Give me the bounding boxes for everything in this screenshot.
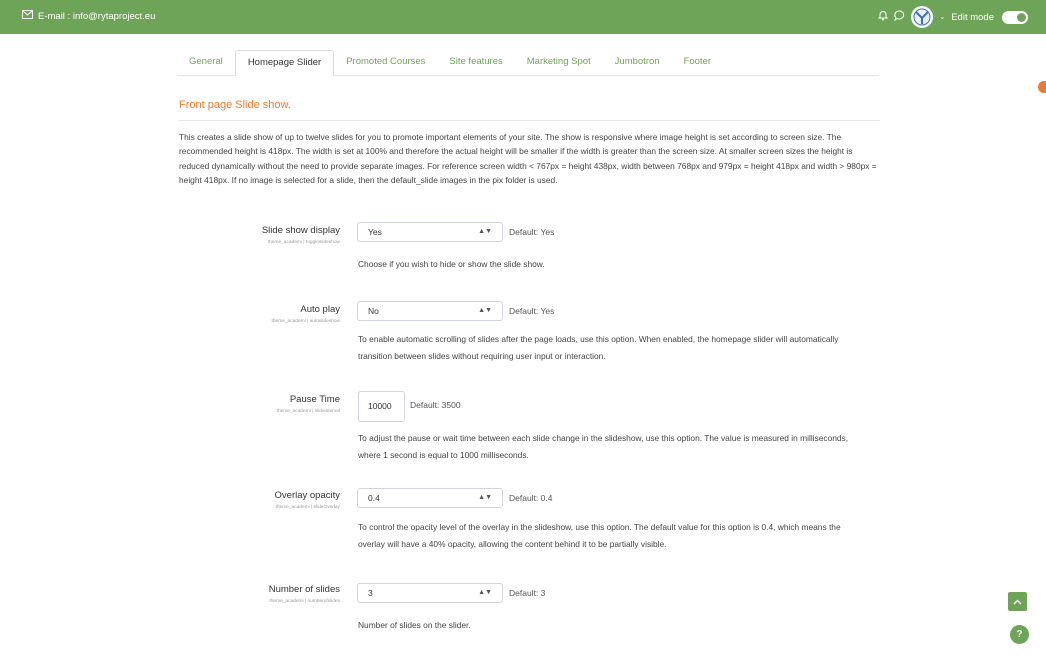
overlay-opacity-select[interactable]: 0.4 ▲▼ — [357, 488, 503, 508]
bell-icon[interactable] — [878, 10, 889, 24]
header-email[interactable]: E-mail : info@rytaproject.eu — [22, 10, 155, 22]
setting-id-pause-time: theme_academi | slideinterval — [276, 409, 340, 414]
setting-description: Number of slides on the slider. — [358, 620, 471, 630]
chat-bubble-icon[interactable] — [894, 10, 905, 24]
select-arrows-icon: ▲▼ — [478, 228, 492, 235]
section-intro: This creates a slide show of up to twelv… — [179, 132, 877, 186]
default-value: Default: 3500 — [410, 400, 461, 410]
setting-label-slideshow-display: Slide show display — [261, 225, 340, 236]
section-title: Front page Slide show. — [179, 99, 291, 111]
slideshow-display-select[interactable]: Yes ▲▼ — [357, 222, 503, 242]
question-mark-icon: ? — [1016, 629, 1023, 640]
setting-description: To control the opacity level of the over… — [358, 522, 841, 549]
settings-tabs: General Homepage Slider Promoted Courses… — [177, 50, 879, 76]
select-value: No — [368, 306, 379, 316]
chevron-up-icon — [1013, 596, 1022, 608]
divider — [179, 120, 880, 121]
default-value: Default: 0.4 — [509, 493, 553, 503]
scroll-to-top-button[interactable] — [1008, 592, 1027, 611]
select-value: 3 — [368, 588, 373, 598]
select-arrows-icon: ▲▼ — [478, 307, 492, 314]
top-navbar: E-mail : info@rytaproject.eu ⌄ Edit mode — [0, 0, 1046, 34]
tab-jumbotron[interactable]: Jumbotron — [603, 50, 672, 75]
email-text: E-mail : info@rytaproject.eu — [38, 10, 156, 22]
default-value: Default: Yes — [509, 227, 555, 237]
setting-label-auto-play: Auto play — [300, 304, 340, 315]
default-value: Default: Yes — [509, 306, 555, 316]
tab-promoted-courses[interactable]: Promoted Courses — [334, 50, 437, 75]
tab-general[interactable]: General — [177, 50, 235, 75]
setting-description: Choose if you wish to hide or show the s… — [358, 259, 545, 269]
setting-id-auto-play: theme_academi | autoslideshow — [271, 319, 340, 324]
setting-id-overlay-opacity: theme_academi | slideOverlay — [275, 505, 340, 510]
setting-description: To adjust the pause or wait time between… — [358, 433, 849, 460]
tab-site-features[interactable]: Site features — [437, 50, 514, 75]
select-arrows-icon: ▲▼ — [478, 589, 492, 596]
setting-description: To enable automatic scrolling of slides … — [358, 334, 839, 361]
select-value: Yes — [368, 227, 382, 237]
pause-time-input[interactable]: 10000 — [358, 391, 405, 422]
setting-label-number-of-slides: Number of slides — [268, 584, 340, 595]
setting-id-slideshow-display: theme_academi | toggleslideshow — [267, 240, 340, 245]
select-value: 0.4 — [368, 493, 380, 503]
tab-footer[interactable]: Footer — [672, 50, 723, 75]
setting-label-overlay-opacity: Overlay opacity — [274, 490, 340, 501]
default-value: Default: 3 — [509, 588, 546, 598]
drawer-toggle-button[interactable] — [1038, 81, 1046, 93]
chevron-down-icon[interactable]: ⌄ — [939, 13, 945, 21]
setting-label-pause-time: Pause Time — [289, 394, 340, 405]
number-of-slides-select[interactable]: 3 ▲▼ — [357, 583, 503, 603]
edit-mode-label: Edit mode — [951, 11, 994, 23]
edit-mode-toggle[interactable] — [1002, 10, 1028, 24]
envelope-icon — [22, 10, 33, 22]
tab-marketing-spot[interactable]: Marketing Spot — [515, 50, 603, 75]
select-arrows-icon: ▲▼ — [478, 494, 492, 501]
setting-id-number-of-slides: theme_academi | numberofslides — [269, 599, 340, 604]
auto-play-select[interactable]: No ▲▼ — [357, 301, 503, 321]
user-avatar[interactable] — [911, 6, 934, 28]
tab-homepage-slider[interactable]: Homepage Slider — [234, 50, 335, 76]
help-button[interactable]: ? — [1010, 625, 1029, 644]
